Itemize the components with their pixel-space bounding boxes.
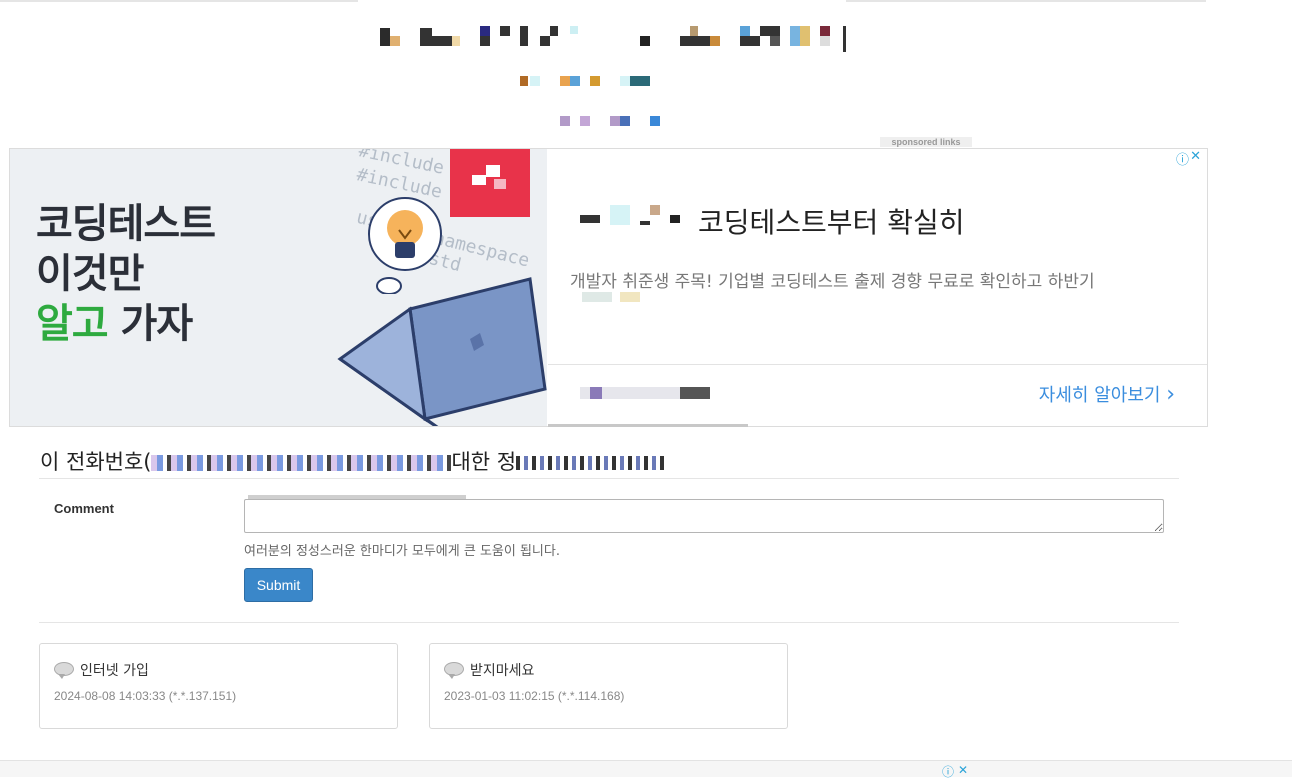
comment-card: 받지마세요 2023-01-03 11:02:15 (*.*.114.168): [429, 643, 788, 729]
comment-help-text: 여러분의 정성스러운 한마디가 모두에게 큰 도움이 됩니다.: [244, 544, 560, 559]
ad-description: 개발자 취준생 주목! 기업별 코딩테스트 출제 경향 무료로 확인하고 하반기: [570, 272, 1095, 292]
form-divider: [39, 622, 1179, 623]
comment-card: 인터넷 가입 2024-08-08 14:03:33 (*.*.137.151): [39, 643, 398, 729]
comment-text: 받지마세요: [470, 663, 535, 679]
comment-meta: 2023-01-03 11:02:15 (*.*.114.168): [444, 689, 625, 703]
speech-bubble-icon: [444, 662, 464, 679]
page-title: 이 전화번호(대한 정: [40, 446, 667, 476]
ad-cta-link[interactable]: 자세히 알아보기 ›: [1039, 381, 1175, 407]
speech-bubble-icon: [54, 662, 74, 679]
comment-meta: 2024-08-08 14:03:33 (*.*.137.151): [54, 689, 237, 703]
chevron-right-icon: ›: [1166, 382, 1175, 407]
comment-text: 인터넷 가입: [80, 663, 149, 679]
bottom-ad-strip[interactable]: ⓘ ✕: [0, 760, 1292, 780]
ad-image[interactable]: 코딩테스트 이것만 알고 가자 #include #include namesp…: [10, 149, 547, 426]
ad-divider: [548, 364, 1207, 365]
title-divider: [39, 478, 1179, 479]
redacted-phone: [151, 455, 452, 471]
ad-info-icon[interactable]: ⓘ: [1176, 149, 1189, 168]
sponsored-links-label: sponsored links: [880, 137, 972, 147]
bottom-ad-close-icon[interactable]: ✕: [958, 763, 968, 777]
comment-textarea[interactable]: [244, 499, 1164, 533]
ad-close-icon[interactable]: ✕: [1190, 149, 1201, 164]
ad-headline-line3: 알고 가자: [36, 301, 193, 347]
ad-title[interactable]: 코딩테스트부터 확실히: [698, 201, 965, 241]
red-logo-block: [450, 149, 530, 217]
comment-label: Comment: [54, 501, 114, 516]
top-divider-right: [846, 0, 1206, 2]
top-divider-left: [0, 0, 358, 2]
redacted-title-tail: [516, 456, 667, 470]
laptop-illustration: [337, 277, 547, 426]
ad-banner[interactable]: 코딩테스트 이것만 알고 가자 #include #include namesp…: [9, 148, 1208, 427]
bottom-ad-info-icon[interactable]: ⓘ: [942, 763, 954, 780]
submit-button[interactable]: Submit: [244, 568, 313, 602]
